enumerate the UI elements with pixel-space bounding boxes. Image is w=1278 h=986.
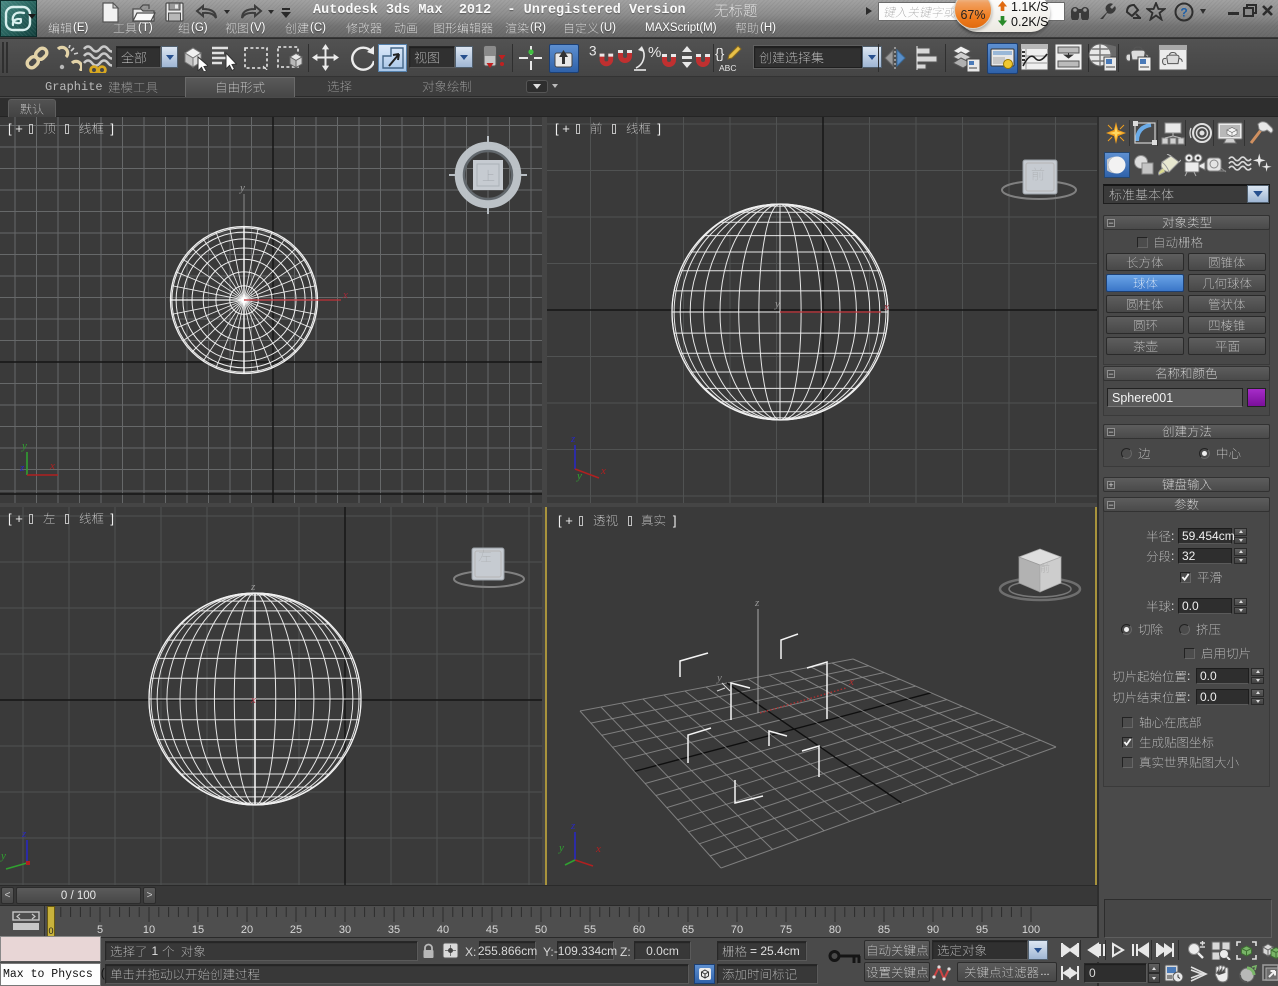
svg-text:15: 15 <box>192 924 204 936</box>
svg-text:85: 85 <box>878 924 890 936</box>
svg-text:80: 80 <box>829 924 841 936</box>
svg-text:{}: {} <box>715 45 725 61</box>
svg-text:z: z <box>19 462 25 474</box>
svg-text:y: y <box>21 440 27 452</box>
svg-text:75: 75 <box>780 924 792 936</box>
svg-text:y: y <box>576 470 582 482</box>
svg-text:25: 25 <box>290 924 302 936</box>
svg-text:x: x <box>848 676 854 688</box>
svg-text:10: 10 <box>143 924 155 936</box>
svg-text:20: 20 <box>241 924 253 936</box>
svg-text:%: % <box>648 44 661 61</box>
svg-text:95: 95 <box>976 924 988 936</box>
svg-text:50: 50 <box>535 924 547 936</box>
svg-text:x: x <box>595 843 601 855</box>
svg-text:90: 90 <box>927 924 939 936</box>
svg-text:45: 45 <box>486 924 498 936</box>
svg-text:y: y <box>239 182 245 194</box>
svg-text:y: y <box>0 850 6 862</box>
svg-text:65: 65 <box>682 924 694 936</box>
svg-text:ABC: ABC <box>719 63 736 73</box>
svg-text:3: 3 <box>589 44 597 59</box>
svg-text:x: x <box>342 289 348 301</box>
svg-text:100: 100 <box>1022 924 1040 936</box>
svg-text:y: y <box>774 298 780 310</box>
svg-text:30: 30 <box>339 924 351 936</box>
svg-text:?: ? <box>1180 6 1187 20</box>
svg-text:60: 60 <box>633 924 645 936</box>
svg-text:z: z <box>570 820 576 832</box>
svg-text:40: 40 <box>437 924 449 936</box>
svg-text:70: 70 <box>731 924 743 936</box>
svg-text:y: y <box>716 672 722 684</box>
svg-text:z: z <box>250 581 256 593</box>
svg-text:55: 55 <box>584 924 596 936</box>
svg-text:z: z <box>570 433 576 445</box>
svg-text:x: x <box>250 694 256 706</box>
svg-text:35: 35 <box>388 924 400 936</box>
svg-text:5: 5 <box>97 924 103 936</box>
svg-text:x: x <box>49 460 55 472</box>
svg-text:x: x <box>600 465 606 477</box>
svg-text:z: z <box>754 597 760 609</box>
svg-text:x: x <box>883 301 889 313</box>
svg-text:z: z <box>21 828 27 840</box>
svg-text:y: y <box>558 842 564 854</box>
